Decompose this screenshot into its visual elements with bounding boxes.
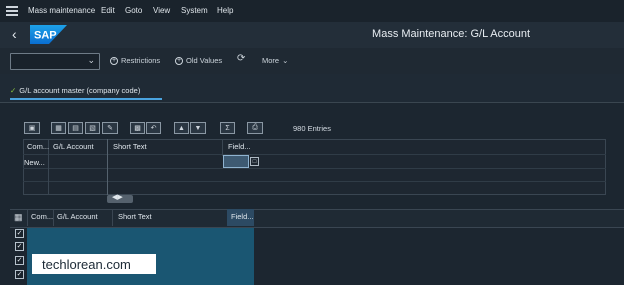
hamburger-menu-icon[interactable] <box>6 6 18 16</box>
plus-circle-icon: + <box>110 56 118 65</box>
grid-divider <box>222 139 223 156</box>
grid-divider <box>23 154 606 155</box>
title-bar <box>0 22 624 48</box>
value-help-icon[interactable]: □ <box>250 157 259 166</box>
details-icon[interactable]: ▣ <box>24 122 40 134</box>
restrictions-label: Restrictions <box>121 56 161 65</box>
select-block-icon[interactable]: ▧ <box>85 122 100 134</box>
sap-logo: SAP <box>30 25 67 44</box>
new-values-grid <box>23 139 606 195</box>
old-values-label: Old Values <box>186 56 223 65</box>
old-values-button[interactable]: + Old Values <box>175 56 222 65</box>
column-header-gl-account[interactable]: G/L Account <box>57 212 98 221</box>
deselect-all-icon[interactable]: ▤ <box>68 122 83 134</box>
grid-divider <box>53 209 54 226</box>
old-values-grid-header <box>10 209 624 228</box>
more-button[interactable]: More ⌄ <box>262 56 288 65</box>
back-icon[interactable]: ‹ <box>12 26 17 42</box>
variant-select[interactable]: ⌄ <box>10 53 100 70</box>
column-header-short-text[interactable]: Short Text <box>113 139 147 154</box>
sort-descending-icon[interactable]: ▼ <box>190 122 206 134</box>
more-label: More <box>262 56 280 65</box>
sort-ascending-icon[interactable]: ▲ <box>174 122 189 134</box>
refresh-icon[interactable]: ⟳ <box>237 53 245 64</box>
menu-edit[interactable]: Edit <box>101 6 115 15</box>
entries-count: 980 Entries <box>293 124 331 133</box>
active-tab-indicator <box>10 98 162 100</box>
grid-divider <box>112 209 113 226</box>
insert-row-icon[interactable]: ▩ <box>130 122 145 134</box>
undo-icon[interactable]: ↶ <box>146 122 161 134</box>
chevron-down-icon: ⌄ <box>282 56 289 65</box>
page-title: Mass Maintenance: G/L Account <box>372 28 530 40</box>
column-header-short-text[interactable]: Short Text <box>118 212 152 221</box>
column-header-company[interactable]: Com... <box>31 212 53 221</box>
watermark: techlorean.com <box>42 257 131 272</box>
sum-icon[interactable]: Σ <box>220 122 235 134</box>
menu-help[interactable]: Help <box>217 6 233 15</box>
checkmark-icon: ✓ <box>10 86 17 95</box>
row-checkbox[interactable]: ✓ <box>15 229 24 238</box>
tab-label: G/L account master (company code) <box>19 86 141 95</box>
row-checkbox[interactable]: ✓ <box>15 242 24 251</box>
table-settings-icon[interactable]: ▦ <box>14 212 24 222</box>
chevron-down-icon: ⌄ <box>87 55 95 65</box>
edit-icon[interactable]: ✎ <box>102 122 118 134</box>
menu-mass-maintenance[interactable]: Mass maintenance <box>28 6 95 15</box>
field-input-cell[interactable] <box>223 155 249 168</box>
row-checkbox[interactable]: ✓ <box>15 256 24 265</box>
column-header-company[interactable]: Com... <box>27 139 49 154</box>
column-header-field[interactable]: Field... <box>231 212 254 221</box>
print-icon[interactable]: ⎙ <box>247 122 263 134</box>
horizontal-scrollbar[interactable]: ◀▶ <box>107 194 133 203</box>
grid-divider <box>23 181 606 182</box>
scroll-arrows-icon: ◀▶ <box>112 194 123 201</box>
column-header-gl-account[interactable]: G/L Account <box>53 139 94 154</box>
restrictions-button[interactable]: + Restrictions <box>110 56 160 65</box>
tab-gl-account-master[interactable]: ✓ G/L account master (company code) <box>10 86 140 95</box>
row-checkbox[interactable]: ✓ <box>15 270 24 279</box>
plus-circle-icon: + <box>175 56 183 65</box>
select-all-icon[interactable]: ▦ <box>51 122 66 134</box>
grid-divider <box>27 209 28 226</box>
column-header-field[interactable]: Field... <box>228 139 251 154</box>
menu-view[interactable]: View <box>153 6 170 15</box>
grid-divider <box>23 168 606 169</box>
menu-goto[interactable]: Goto <box>125 6 142 15</box>
menu-system[interactable]: System <box>181 6 208 15</box>
grid-divider <box>107 139 108 195</box>
sap-logo-text: SAP <box>34 30 57 42</box>
row-company-cell[interactable]: New... <box>24 158 45 167</box>
